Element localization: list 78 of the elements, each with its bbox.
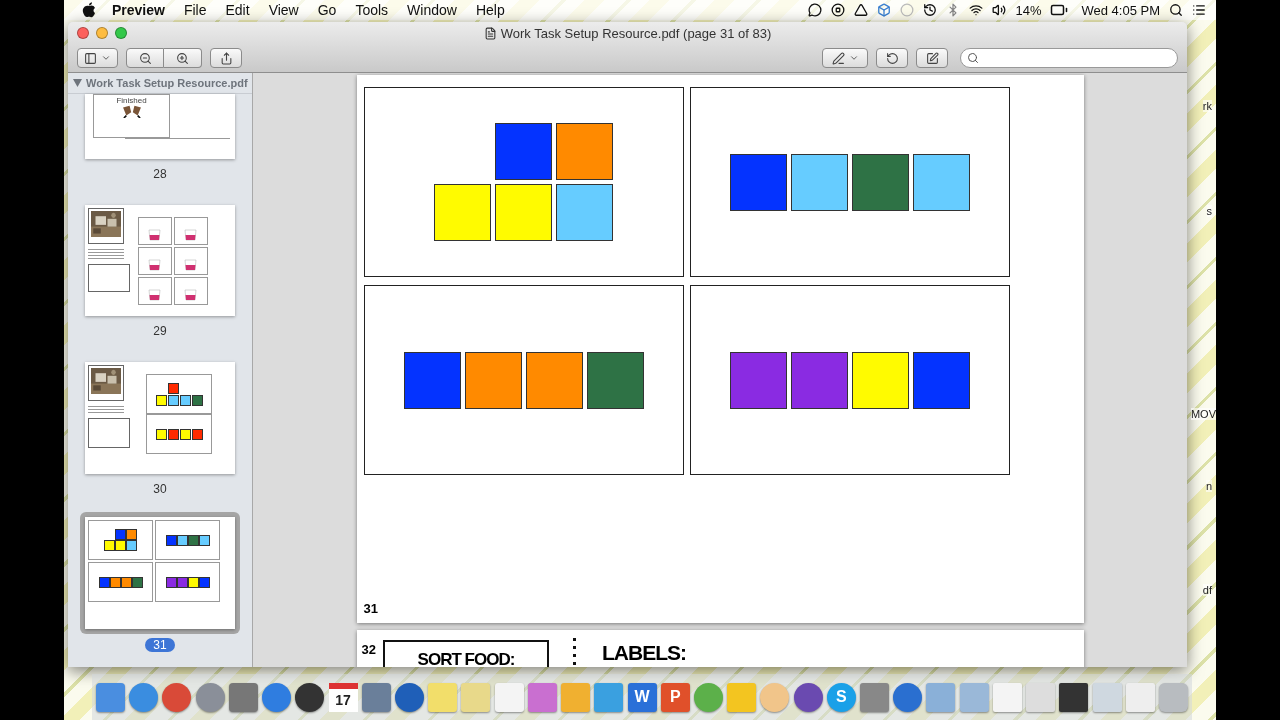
page-number: 31	[145, 638, 175, 652]
box-icon[interactable]	[877, 3, 892, 17]
disclosure-triangle-icon[interactable]	[73, 79, 82, 87]
desktop-icon-label[interactable]: MOV	[1190, 408, 1216, 420]
pen-icon	[831, 51, 845, 65]
document-name: Work Task Setup Resource.pdf	[86, 77, 248, 89]
page-thumbnail[interactable]: Finished	[85, 94, 235, 159]
page-number: 28	[152, 167, 168, 181]
page-number: 32	[361, 642, 376, 657]
rotate-icon	[885, 51, 899, 65]
apple-icon[interactable]	[82, 2, 96, 18]
annotate-button[interactable]	[822, 48, 868, 68]
page-thumbnail[interactable]	[85, 517, 235, 629]
zoom-button[interactable]	[115, 27, 127, 39]
page-thumbnail[interactable]	[85, 205, 235, 316]
app-menu[interactable]: Preview	[112, 2, 165, 18]
chat-icon[interactable]	[808, 3, 823, 17]
zoom-out-button[interactable]	[126, 48, 164, 68]
cup-icon	[148, 229, 162, 241]
desktop-icon-label[interactable]: df	[1202, 584, 1212, 596]
menu-item[interactable]: Window	[407, 2, 457, 18]
cup-icon	[148, 259, 162, 271]
menu-item[interactable]: Edit	[225, 2, 250, 18]
thumbnail-caption: Finished	[116, 96, 147, 105]
page-number: 30	[152, 482, 168, 496]
drive-icon[interactable]	[854, 3, 869, 17]
zoom-in-button[interactable]	[164, 48, 202, 68]
calendar-icon[interactable]: 17	[328, 682, 358, 712]
sidebar-icon	[84, 51, 97, 65]
circle-icon[interactable]	[900, 3, 915, 17]
minimize-button[interactable]	[96, 27, 108, 39]
history-icon[interactable]	[923, 3, 938, 17]
page-number: 29	[152, 324, 168, 338]
clock[interactable]: Wed 4:05 PM	[1081, 2, 1160, 18]
labels-heading: LABELS:	[601, 641, 686, 665]
list-icon[interactable]	[1192, 3, 1206, 17]
close-button[interactable]	[77, 27, 89, 39]
cup-icon	[184, 229, 198, 241]
search-icon[interactable]	[1169, 3, 1183, 17]
caret-icon	[848, 53, 859, 63]
app-icon[interactable]: W	[627, 682, 657, 712]
sort-title: SORT FOOD:	[382, 640, 549, 667]
menu-item[interactable]: Help	[475, 2, 505, 18]
rotate-button[interactable]	[876, 48, 908, 68]
menu-item[interactable]: Tools	[355, 2, 389, 18]
desktop-icon-label[interactable]: rk	[1202, 100, 1212, 112]
share-button[interactable]	[210, 48, 242, 68]
materials-box	[88, 264, 130, 292]
hands-icon	[120, 105, 143, 118]
cup-icon	[148, 289, 162, 301]
sidebar-button[interactable]	[77, 48, 118, 68]
text-lines-drawing	[88, 249, 124, 259]
page-thumbnail[interactable]	[85, 362, 235, 474]
cup-icon	[184, 259, 198, 271]
stop-icon[interactable]	[831, 3, 846, 17]
search-icon	[967, 52, 979, 64]
share-icon	[219, 51, 233, 65]
menu-item[interactable]: Go	[317, 2, 337, 18]
desktop-icon-label[interactable]: n	[1205, 480, 1212, 492]
battery-percent: 14%	[1015, 2, 1042, 18]
zoom-in-icon	[176, 51, 189, 65]
zoom-out-icon	[138, 51, 152, 65]
search-field[interactable]	[960, 48, 1178, 68]
edit-icon	[925, 51, 939, 65]
page-number: 31	[363, 601, 378, 616]
app-icon[interactable]: P	[660, 682, 690, 712]
materials-box	[88, 418, 130, 448]
dotted-divider	[572, 638, 576, 667]
volume-icon[interactable]	[992, 3, 1007, 17]
caret-icon	[101, 53, 111, 63]
text-lines-drawing	[88, 406, 124, 413]
desktop-icon-label[interactable]: s	[1206, 205, 1212, 217]
cup-icon	[184, 289, 198, 301]
menu-item[interactable]: View	[268, 2, 299, 18]
window-title: Work Task Setup Resource.pdf (page 31 of 83)	[500, 26, 772, 41]
menu-item[interactable]: File	[183, 2, 207, 18]
wifi-icon[interactable]	[969, 3, 984, 17]
edit-button[interactable]	[916, 48, 948, 68]
